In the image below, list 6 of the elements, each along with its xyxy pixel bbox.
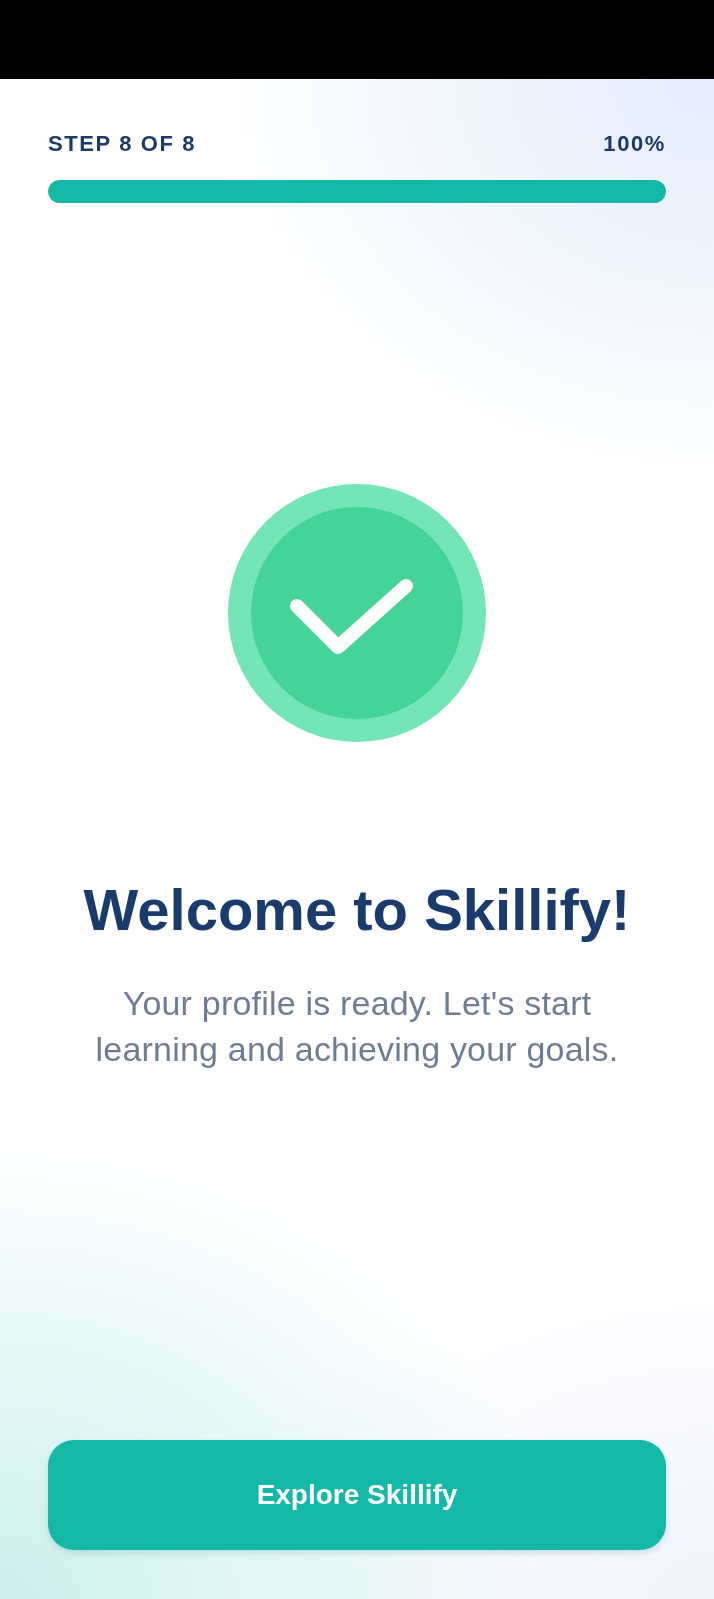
progress-percent: 100% xyxy=(603,131,666,157)
welcome-message: Your profile is ready. Let's start learning and achieving your goals. xyxy=(94,983,620,1070)
welcome-title: Welcome to Skillify! xyxy=(82,876,632,944)
step-label: STEP 8 OF 8 xyxy=(48,131,197,157)
explore-button[interactable]: Explore Skillify xyxy=(48,1440,666,1550)
check-circle-icon xyxy=(228,484,486,742)
